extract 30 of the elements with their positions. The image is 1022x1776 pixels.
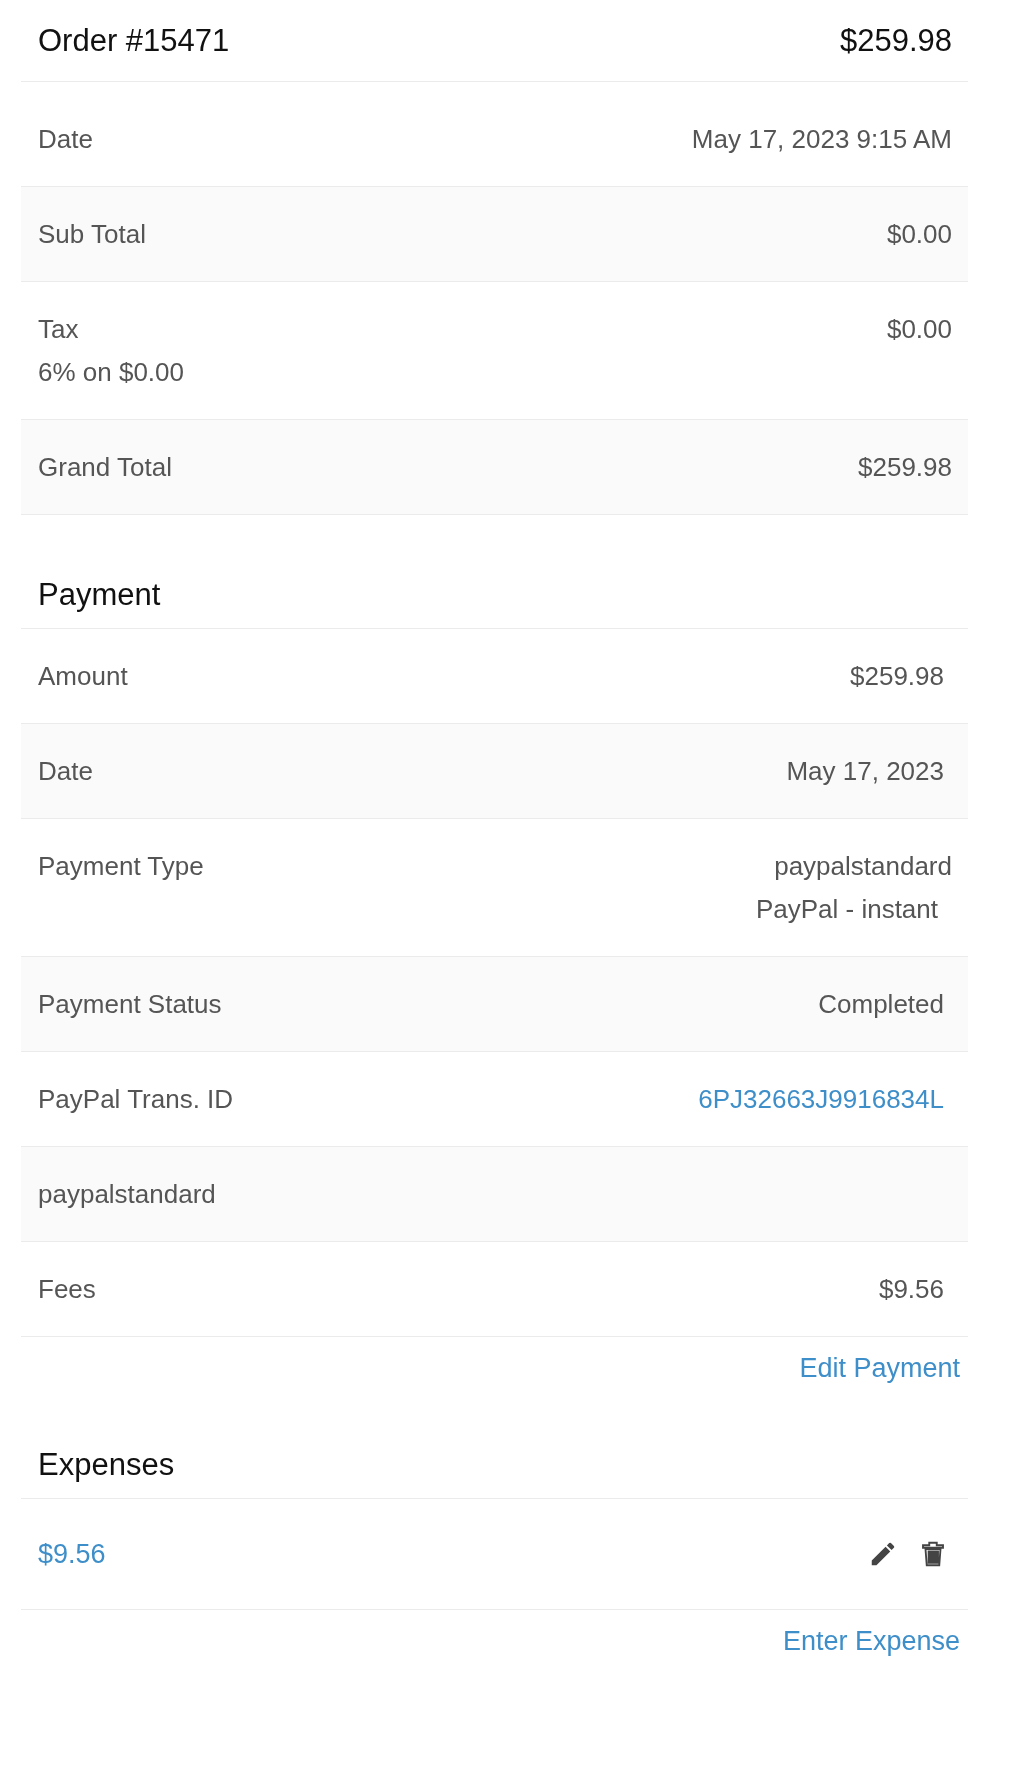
row-value: PayPal - instant <box>755 894 938 924</box>
transaction-link[interactable]: 6PJ32663J9916834L <box>698 1084 944 1114</box>
order-title: Order #15471 <box>38 22 230 59</box>
row-value: $0.00 <box>886 219 952 249</box>
section-title: Payment <box>38 577 161 613</box>
row-label: Payment Type <box>38 851 204 881</box>
row-value: May 17, 2023 9:15 AM <box>691 124 952 154</box>
row-label: Date <box>38 756 93 786</box>
row-label: Grand Total <box>38 452 172 482</box>
section-title: Expenses <box>38 1447 175 1483</box>
row-note: 6% on $0.00 <box>38 357 184 387</box>
row-value: $259.98 <box>858 452 952 482</box>
row-value: $259.98 <box>850 661 944 691</box>
row-value: paypalstandard <box>774 851 952 881</box>
row-label: PayPal Trans. ID <box>38 1084 234 1114</box>
row-value: $9.56 <box>878 1274 944 1304</box>
edit-payment-link[interactable]: Edit Payment <box>799 1351 960 1385</box>
row-label: Amount <box>38 661 128 691</box>
row-label: Sub Total <box>38 219 146 249</box>
enter-expense-link[interactable]: Enter Expense <box>782 1624 960 1658</box>
row-value: May 17, 2023 <box>786 756 944 786</box>
row-value: $0.00 <box>886 314 952 344</box>
row-label: Fees <box>38 1274 96 1304</box>
row-label: Date <box>38 124 93 154</box>
row-label: paypalstandard <box>38 1179 216 1209</box>
row-label: Payment Status <box>38 989 222 1019</box>
row-value: Completed <box>818 989 944 1019</box>
expense-amount-link[interactable]: $9.56 <box>38 1539 106 1569</box>
order-total: $259.98 <box>839 22 952 59</box>
row-label: Tax <box>38 314 80 344</box>
